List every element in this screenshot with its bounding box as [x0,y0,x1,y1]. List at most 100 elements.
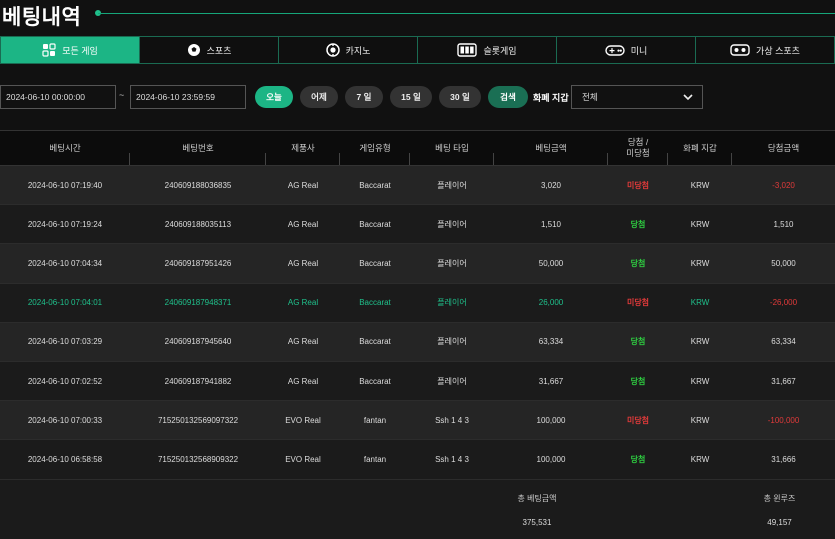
cell-bet-id: 715250132568909322 [157,454,239,464]
tab-casino[interactable]: 카지노 [279,37,418,63]
cell-result: 당첨 [630,337,646,347]
cell-bet-id: 715250132569097322 [157,415,239,425]
tab-label: 모든 게임 [62,45,98,56]
table-row: 2024-06-10 07:04:34 240609187951426 AG Rea… [0,244,835,284]
cell-wallet: KRW [690,298,710,308]
date-separator: ~ [119,90,125,100]
col-header-bet-time: 베팅시간 [0,131,130,165]
cell-bet-id: 240609187951426 [164,258,232,268]
page-header: 베팅내역 [0,0,835,30]
tab-label: 가상 스포츠 [756,45,800,56]
cell-payout: -100,000 [767,415,800,425]
table-row: 2024-06-10 07:19:40 240609188036835 AG Rea… [0,166,835,206]
casino-chip-icon [325,43,340,57]
total-winloss-summary: 총 윈루즈 49,157 [728,480,831,539]
cell-payout: -3,020 [772,180,795,190]
end-date-input[interactable]: 2024-06-10 23:59:59 [130,85,246,109]
cell-result: 미당첨 [626,298,650,308]
tab-mini[interactable]: 미니 [557,37,696,63]
cell-payout: 50,000 [771,258,796,268]
30-days-button[interactable]: 30 일 [439,86,481,108]
cell-bet-id: 240609187945640 [164,337,232,347]
cell-bet-type: 플레이어 [437,219,467,229]
filter-bar: 2024-06-10 00:00:00 ~ 2024-06-10 23:59:5… [0,85,835,109]
tab-all-games[interactable]: 모든 게임 [1,37,140,63]
cell-game-type: fantan [363,415,387,425]
today-button[interactable]: 오늘 [255,86,293,108]
cell-bet-time: 2024-06-10 07:00:33 [27,415,103,425]
cell-payout: 31,666 [771,454,796,464]
cell-payout: 63,334 [771,337,796,347]
chevron-down-icon [683,94,693,101]
gamepad-icon [605,45,625,56]
total-bet-label: 총 베팅금액 [517,494,557,503]
total-bet-value: 375,531 [522,518,552,527]
cell-game-type: Baccarat [359,219,391,229]
cell-bet-amount: 1,510 [540,219,562,229]
tab-slot-games[interactable]: 슬롯게임 [418,37,557,63]
cell-vendor: EVO Real [285,454,321,464]
col-header-bet-id: 베팅번호 [130,131,266,165]
cell-bet-type: 플레이어 [437,180,467,190]
grid-icon [42,43,56,57]
virtual-sports-icon [730,44,750,56]
cell-bet-amount: 100,000 [536,454,566,464]
cell-game-type: fantan [363,454,387,464]
page-title: 베팅내역 [2,5,82,29]
col-header-payout: 당첨금액 [767,142,800,153]
cell-vendor: AG Real [287,337,319,347]
cell-bet-amount: 31,667 [538,376,564,386]
col-header-wallet: 화폐 지갑 [668,131,732,165]
cell-result: 당첨 [630,376,646,386]
tab-virtual-sports[interactable]: 가상 스포츠 [696,37,834,63]
cell-result: 미당첨 [626,180,650,190]
cell-bet-time: 2024-06-10 07:03:29 [27,337,103,347]
cell-wallet: KRW [690,376,710,386]
col-header-bet-amount: 베팅금액 [494,131,608,165]
col-header-game-type: 게임유형 [340,131,410,165]
cell-result: 미당첨 [626,415,650,425]
total-winloss-label: 총 윈루즈 [763,494,796,503]
cell-wallet: KRW [690,454,710,464]
search-button[interactable]: 검색 [488,86,528,108]
cell-bet-time: 2024-06-10 07:04:34 [27,258,103,268]
currency-wallet-label: 화폐 지갑 [533,93,569,103]
cell-bet-type: 플레이어 [437,376,467,386]
cell-game-type: Baccarat [359,337,391,347]
cell-bet-id: 240609188035113 [164,219,232,229]
cell-vendor: AG Real [287,180,319,190]
tab-label: 카지노 [345,45,371,56]
col-header-result: 당첨 / 미당첨 [608,131,668,165]
cell-wallet: KRW [690,415,710,425]
15-days-button[interactable]: 15 일 [390,86,432,108]
title-divider [98,13,835,14]
soccer-ball-icon [187,44,200,56]
yesterday-button[interactable]: 어제 [300,86,338,108]
cell-result: 당첨 [630,454,646,464]
currency-select-value: 전체 [582,92,598,102]
game-tabs: 모든 게임 스포츠 카지노 슬롯게임 미니 가상 스포츠 [0,36,835,64]
start-date-input[interactable]: 2024-06-10 00:00:00 [0,85,116,109]
table-row: 2024-06-10 07:19:24 240609188035113 AG Rea… [0,205,835,245]
table-row: 2024-06-10 06:58:58 715250132568909322 EVO… [0,440,835,480]
7-days-button[interactable]: 7 일 [345,86,383,108]
cell-bet-time: 2024-06-10 06:58:58 [27,454,103,464]
cell-vendor: AG Real [287,219,319,229]
tab-label: 스포츠 [206,45,232,56]
cell-bet-type: 플레이어 [437,258,467,268]
cell-payout: 31,667 [771,376,796,386]
cell-payout: -26,000 [769,298,798,308]
cell-bet-amount: 3,020 [540,180,562,190]
cell-bet-amount: 50,000 [538,258,564,268]
cell-wallet: KRW [690,258,710,268]
tab-sports[interactable]: 스포츠 [140,37,279,63]
cell-bet-type: 플레이어 [437,337,467,347]
table-row: 2024-06-10 07:03:29 240609187945640 AG Rea… [0,322,835,362]
cell-vendor: AG Real [287,258,319,268]
cell-wallet: KRW [690,219,710,229]
cell-vendor: EVO Real [285,415,321,425]
cell-bet-time: 2024-06-10 07:02:52 [27,376,103,386]
cell-bet-id: 240609187941882 [164,376,232,386]
tab-label: 미니 [630,45,648,56]
currency-select[interactable]: 전체 [571,85,703,109]
